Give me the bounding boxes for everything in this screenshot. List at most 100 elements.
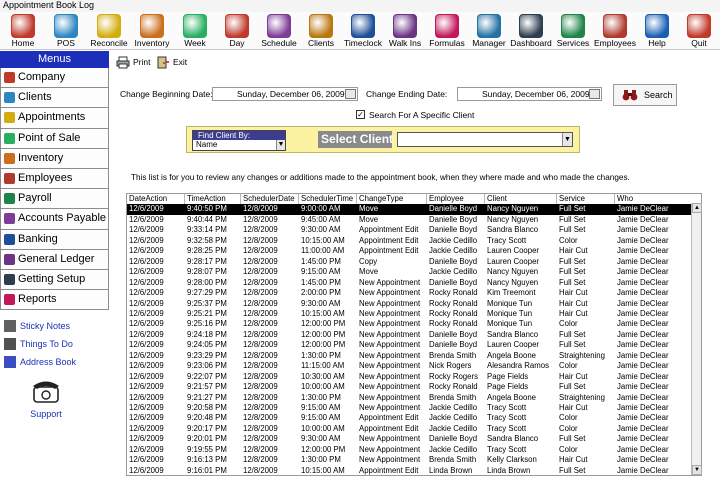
toolbar-day-button[interactable]: Day [218,12,256,50]
table-row[interactable]: 12/6/2009 9:23:29 PM 12/8/2009 1:30:00 PM Ne… [127,351,691,361]
table-row[interactable]: 12/6/2009 9:20:17 PM 12/8/2009 10:00:00 AM A… [127,424,691,434]
table-row[interactable]: 12/6/2009 9:21:27 PM 12/8/2009 1:30:00 PM Ne… [127,393,691,403]
column-header[interactable]: TimeAction [185,194,241,205]
toolbar-week-button[interactable]: Week [176,12,214,50]
sidebar-item-company[interactable]: Company [0,68,109,89]
link-address-book[interactable]: Address Book [0,354,109,372]
sticky-notes-icon [4,320,16,332]
sidebar-item-getting-setup[interactable]: Getting Setup [0,269,109,291]
calendar-icon[interactable] [345,89,356,99]
column-header[interactable]: Service [557,194,615,205]
sidebar-item-general-ledger[interactable]: General Ledger [0,249,109,270]
exit-button[interactable]: Exit [154,53,187,72]
begin-date-field[interactable]: Sunday, December 06, 2009 [212,87,358,101]
print-button[interactable]: Print [114,53,150,72]
toolbar-timeclock-button[interactable]: Timeclock [344,12,382,50]
table-row[interactable]: 12/6/2009 9:16:01 PM 12/8/2009 10:15:00 AM A… [127,466,691,475]
table-cell: Straightening [559,392,605,402]
column-header[interactable]: Client [485,194,557,205]
table-row[interactable]: 12/6/2009 9:24:18 PM 12/8/2009 12:00:00 PM N… [127,330,691,340]
toolbar-reconcile-button[interactable]: Reconcile [87,12,131,50]
chevron-down-icon[interactable]: ▼ [562,133,572,146]
sidebar-item-reports[interactable]: Reports [0,290,109,311]
sidebar-item-appointments[interactable]: Appointments [0,108,109,129]
find-by-select[interactable]: Name ▼ [193,140,285,150]
chevron-down-icon[interactable]: ▼ [276,140,285,150]
toolbar-formulas-button[interactable]: Formulas [428,12,466,50]
sidebar-item-accounts-payable[interactable]: Accounts Payable [0,209,109,230]
toolbar-employees-label: Employees [593,38,637,48]
table-row[interactable]: 12/6/2009 9:20:58 PM 12/8/2009 9:15:00 AM Ne… [127,403,691,413]
table-row[interactable]: 12/6/2009 9:25:21 PM 12/8/2009 10:15:00 AM N… [127,309,691,319]
table-row[interactable]: 12/6/2009 9:20:01 PM 12/8/2009 9:30:00 AM Ne… [127,434,691,444]
sidebar-item-employees[interactable]: Employees [0,168,109,190]
calendar-icon[interactable] [589,89,600,99]
table-row[interactable]: 12/6/2009 9:23:06 PM 12/8/2009 11:15:00 AM N… [127,361,691,371]
table-row[interactable]: 12/6/2009 9:32:58 PM 12/8/2009 10:15:00 AM A… [127,236,691,246]
table-row[interactable]: 12/6/2009 9:33:14 PM 12/8/2009 9:30:00 AM Ap… [127,225,691,235]
table-cell: 10:30:00 AM [301,371,345,381]
table-row[interactable]: 12/6/2009 9:40:50 PM 12/8/2009 9:00:00 AM Mo… [127,204,691,215]
find-by-value: Name [196,140,218,149]
toolbar-walkins-button[interactable]: Walk Ins [386,12,424,50]
toolbar-manager-button[interactable]: Manager [470,12,508,50]
toolbar-employees-button[interactable]: Employees [593,12,637,50]
table-row[interactable]: 12/6/2009 9:28:07 PM 12/8/2009 9:15:00 AM Mo… [127,267,691,277]
sidebar-item-point-of-sale[interactable]: Point of Sale [0,128,109,149]
table-cell: Jackie Cedillo [429,413,478,423]
sidebar-item-clients[interactable]: Clients [0,88,109,109]
scroll-down-icon[interactable]: ▼ [692,465,702,475]
table-row[interactable]: 12/6/2009 9:40:44 PM 12/8/2009 9:45:00 AM Mo… [127,215,691,225]
toolbar-schedule-button[interactable]: Schedule [260,12,298,50]
table-row[interactable]: 12/6/2009 9:20:48 PM 12/8/2009 9:15:00 AM Ap… [127,413,691,423]
table-cell: 12/8/2009 [243,403,278,412]
toolbar-dashboard-button[interactable]: Dashboard [509,12,553,50]
table-cell: 9:21:27 PM [187,392,227,402]
table-row[interactable]: 12/6/2009 9:22:07 PM 12/8/2009 10:30:00 AM N… [127,372,691,382]
begin-date-label: Change Beginning Date: [120,89,213,99]
column-header[interactable]: Employee [427,194,485,205]
link-things-to-do[interactable]: Things To Do [0,336,109,354]
column-header[interactable]: SchedulerTime [299,194,357,205]
table-cell: Jamie DeClear [617,423,669,433]
table-row[interactable]: 12/6/2009 9:19:55 PM 12/8/2009 12:00:00 PM N… [127,445,691,455]
link-sticky-notes[interactable]: Sticky Notes [0,318,109,336]
client-combo[interactable]: ▼ [397,132,573,147]
table-cell: Full Set [559,277,586,287]
sidebar-item-payroll[interactable]: Payroll [0,189,109,210]
table-row[interactable]: 12/6/2009 9:25:37 PM 12/8/2009 9:30:00 AM Ne… [127,299,691,309]
end-date-field[interactable]: Sunday, December 06, 2009 [457,87,602,101]
column-header[interactable]: Who [615,194,701,205]
table-scrollbar[interactable]: ▲ ▼ [691,203,702,475]
table-cell: Rocky Ronald [429,298,478,308]
toolbar-inventory-button[interactable]: Inventory [133,12,171,50]
sidebar-item-banking[interactable]: Banking [0,229,109,250]
support-button[interactable]: Support [28,376,64,419]
toolbar-home-button[interactable]: Home [4,12,42,50]
toolbar-help-button[interactable]: Help [638,12,676,50]
table-row[interactable]: 12/6/2009 9:27:29 PM 12/8/2009 2:00:00 PM Ne… [127,288,691,298]
column-header[interactable]: SchedulerDate [241,194,299,205]
table-row[interactable]: 12/6/2009 9:28:17 PM 12/8/2009 1:45:00 PM Co… [127,257,691,267]
sidebar-item-inventory[interactable]: Inventory [0,148,109,169]
clients-icon [4,92,15,104]
specific-client-checkbox[interactable]: ✓ [356,110,365,119]
toolbar-quit-button[interactable]: Quit [680,12,718,50]
search-button[interactable]: Search [613,84,677,106]
table-cell: 9:45:00 AM [301,214,341,224]
table-row[interactable]: 12/6/2009 9:25:16 PM 12/8/2009 12:00:00 PM N… [127,319,691,329]
column-header[interactable]: DateAction [127,194,185,205]
table-row[interactable]: 12/6/2009 9:28:25 PM 12/8/2009 11:00:00 AM A… [127,246,691,256]
table-row[interactable]: 12/6/2009 9:28:00 PM 12/8/2009 1:45:00 PM Ne… [127,278,691,288]
toolbar-services-button[interactable]: Services [554,12,592,50]
toolbar-clients-button[interactable]: Clients [302,12,340,50]
scroll-up-icon[interactable]: ▲ [692,203,702,213]
table-row[interactable]: 12/6/2009 9:21:57 PM 12/8/2009 10:00:00 AM N… [127,382,691,392]
column-header[interactable]: ChangeType [357,194,427,205]
quit-icon [687,14,711,38]
table-row[interactable]: 12/6/2009 9:24:05 PM 12/8/2009 12:00:00 PM N… [127,340,691,350]
toolbar-pos-button[interactable]: POS [47,12,85,50]
table-cell: 12/6/2009 [129,340,164,350]
table-row[interactable]: 12/6/2009 9:16:13 PM 12/8/2009 1:30:00 PM Ne… [127,455,691,465]
employees-icon [603,14,627,38]
